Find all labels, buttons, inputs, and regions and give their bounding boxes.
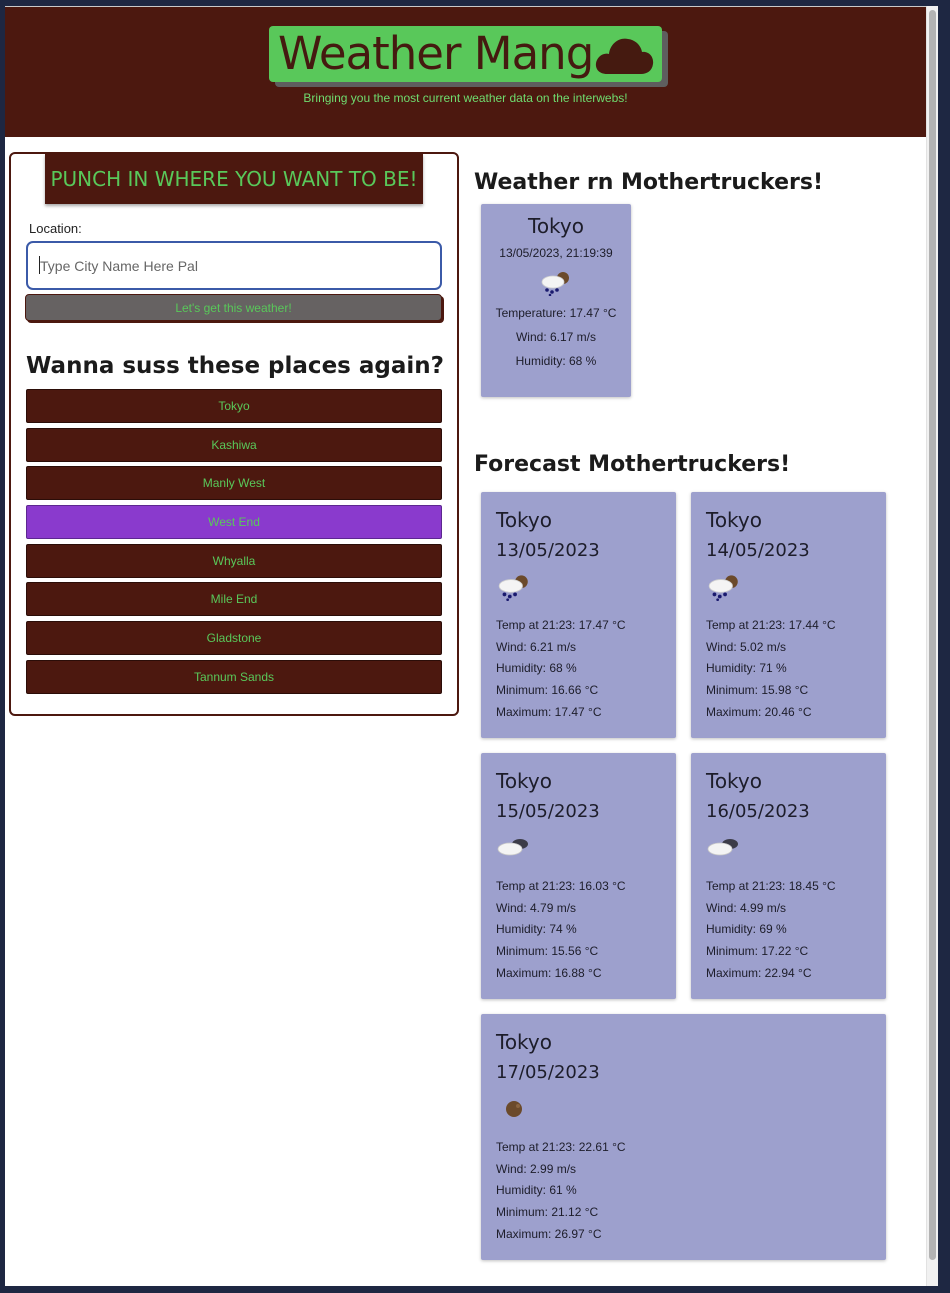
brand-badge: Weather Mang	[269, 26, 662, 82]
forecast-city: Tokyo	[496, 1030, 552, 1054]
forecast-humidity: Humidity: 69 %	[706, 922, 787, 937]
forecast-minimum: Minimum: 15.98 °C	[706, 683, 809, 698]
forecast-minimum: Minimum: 16.66 °C	[496, 683, 599, 698]
current-datetime: 13/05/2023, 21:19:39	[499, 246, 613, 260]
forecast-date: 17/05/2023	[496, 1062, 600, 1083]
history-item-whyalla[interactable]: Whyalla	[26, 543, 442, 578]
site-header: Weather Mang Bringing you the most curre…	[5, 7, 926, 137]
rain-cloud-icon	[498, 575, 528, 601]
text-caret	[39, 256, 40, 274]
current-wind: Wind: 6.17 m/s	[515, 330, 597, 344]
forecast-wind: Wind: 6.21 m/s	[496, 639, 577, 654]
current-humidity: Humidity: 68 %	[515, 354, 597, 368]
forecast-temp: Temp at 21:23: 16.03 °C	[496, 879, 626, 893]
location-input[interactable]	[26, 241, 442, 290]
current-city: Tokyo	[528, 214, 584, 238]
forecast-wind: Wind: 5.02 m/s	[706, 639, 787, 654]
search-panel: PUNCH IN WHERE YOU WANT TO BE! Location:…	[9, 152, 459, 716]
forecast-wind: Wind: 2.99 m/s	[496, 1161, 577, 1176]
forecast-humidity: Humidity: 74 %	[496, 922, 577, 937]
forecast-date: 16/05/2023	[706, 801, 810, 822]
browser-viewport: Weather Mang Bringing you the most curre…	[5, 6, 938, 1286]
forecast-card: Tokyo 16/05/2023 Temp at 21:23: 18.45 °C…	[691, 753, 886, 999]
forecast-humidity: Humidity: 61 %	[496, 1183, 577, 1198]
forecast-maximum: Maximum: 17.47 °C	[496, 704, 602, 719]
current-temperature: Temperature: 17.47 °C	[495, 306, 617, 320]
forecast-maximum: Maximum: 22.94 °C	[706, 965, 812, 980]
forecast-card: Tokyo 14/05/2023 Temp at 21:23: 17.44 °C…	[691, 492, 886, 738]
current-weather-heading: Weather rn Mothertruckers!	[474, 170, 823, 195]
site-title: Weather Mang	[278, 27, 594, 80]
forecast-minimum: Minimum: 17.22 °C	[706, 944, 809, 959]
vertical-scrollbar[interactable]	[926, 6, 938, 1286]
forecast-maximum: Maximum: 16.88 °C	[496, 965, 602, 980]
forecast-date: 13/05/2023	[496, 540, 600, 561]
forecast-temp: Temp at 21:23: 18.45 °C	[706, 879, 836, 893]
history-item-gladstone[interactable]: Gladstone	[26, 621, 442, 656]
forecast-maximum: Maximum: 20.46 °C	[706, 704, 812, 719]
forecast-maximum: Maximum: 26.97 °C	[496, 1226, 602, 1241]
forecast-humidity: Humidity: 71 %	[706, 661, 787, 676]
forecast-city: Tokyo	[496, 769, 552, 793]
cloud-icon	[595, 38, 654, 74]
forecast-card: Tokyo 15/05/2023 Temp at 21:23: 16.03 °C…	[481, 753, 676, 999]
forecast-wind: Wind: 4.99 m/s	[706, 900, 787, 915]
forecast-temp: Temp at 21:23: 22.61 °C	[496, 1140, 626, 1154]
forecast-city: Tokyo	[706, 508, 762, 532]
forecast-temp: Temp at 21:23: 17.44 °C	[706, 618, 836, 632]
history-item-tokyo[interactable]: Tokyo	[26, 389, 442, 423]
history-list: Tokyo Kashiwa Manly West West End Whyall…	[26, 389, 442, 699]
forecast-heading: Forecast Mothertruckers!	[474, 452, 791, 477]
forecast-card: Tokyo 17/05/2023 Temp at 21:23: 22.61 °C…	[481, 1014, 886, 1260]
forecast-card: Tokyo 13/05/2023 Temp at 21:23: 17.47 °C…	[481, 492, 676, 738]
history-title: Wanna suss these places again?	[26, 353, 444, 379]
rain-cloud-icon	[541, 272, 569, 296]
history-item-kashiwa[interactable]: Kashiwa	[26, 427, 442, 462]
location-label: Location:	[29, 221, 82, 236]
forecast-city: Tokyo	[496, 508, 552, 532]
forecast-city: Tokyo	[706, 769, 762, 793]
forecast-date: 15/05/2023	[496, 801, 600, 822]
forecast-date: 14/05/2023	[706, 540, 810, 561]
current-weather-card: Tokyo 13/05/2023, 21:19:39 Temperature: …	[481, 204, 631, 397]
history-item-manly-west[interactable]: Manly West	[26, 466, 442, 501]
rain-cloud-icon	[708, 575, 738, 601]
forecast-humidity: Humidity: 68 %	[496, 661, 577, 676]
history-item-west-end[interactable]: West End	[26, 505, 442, 540]
history-item-tannum-sands[interactable]: Tannum Sands	[26, 659, 442, 694]
forecast-temp: Temp at 21:23: 17.47 °C	[496, 618, 626, 632]
search-button[interactable]: Let's get this weather!	[25, 294, 442, 321]
history-item-mile-end[interactable]: Mile End	[26, 582, 442, 617]
cloud-icon	[707, 839, 738, 856]
tagline: Bringing you the most current weather da…	[303, 91, 628, 105]
search-heading: PUNCH IN WHERE YOU WANT TO BE!	[45, 154, 423, 204]
scrollbar-thumb[interactable]	[929, 10, 936, 1260]
moon-icon	[506, 1101, 522, 1117]
forecast-minimum: Minimum: 21.12 °C	[496, 1205, 599, 1220]
cloud-icon	[497, 839, 528, 856]
forecast-minimum: Minimum: 15.56 °C	[496, 944, 599, 959]
forecast-wind: Wind: 4.79 m/s	[496, 900, 577, 915]
